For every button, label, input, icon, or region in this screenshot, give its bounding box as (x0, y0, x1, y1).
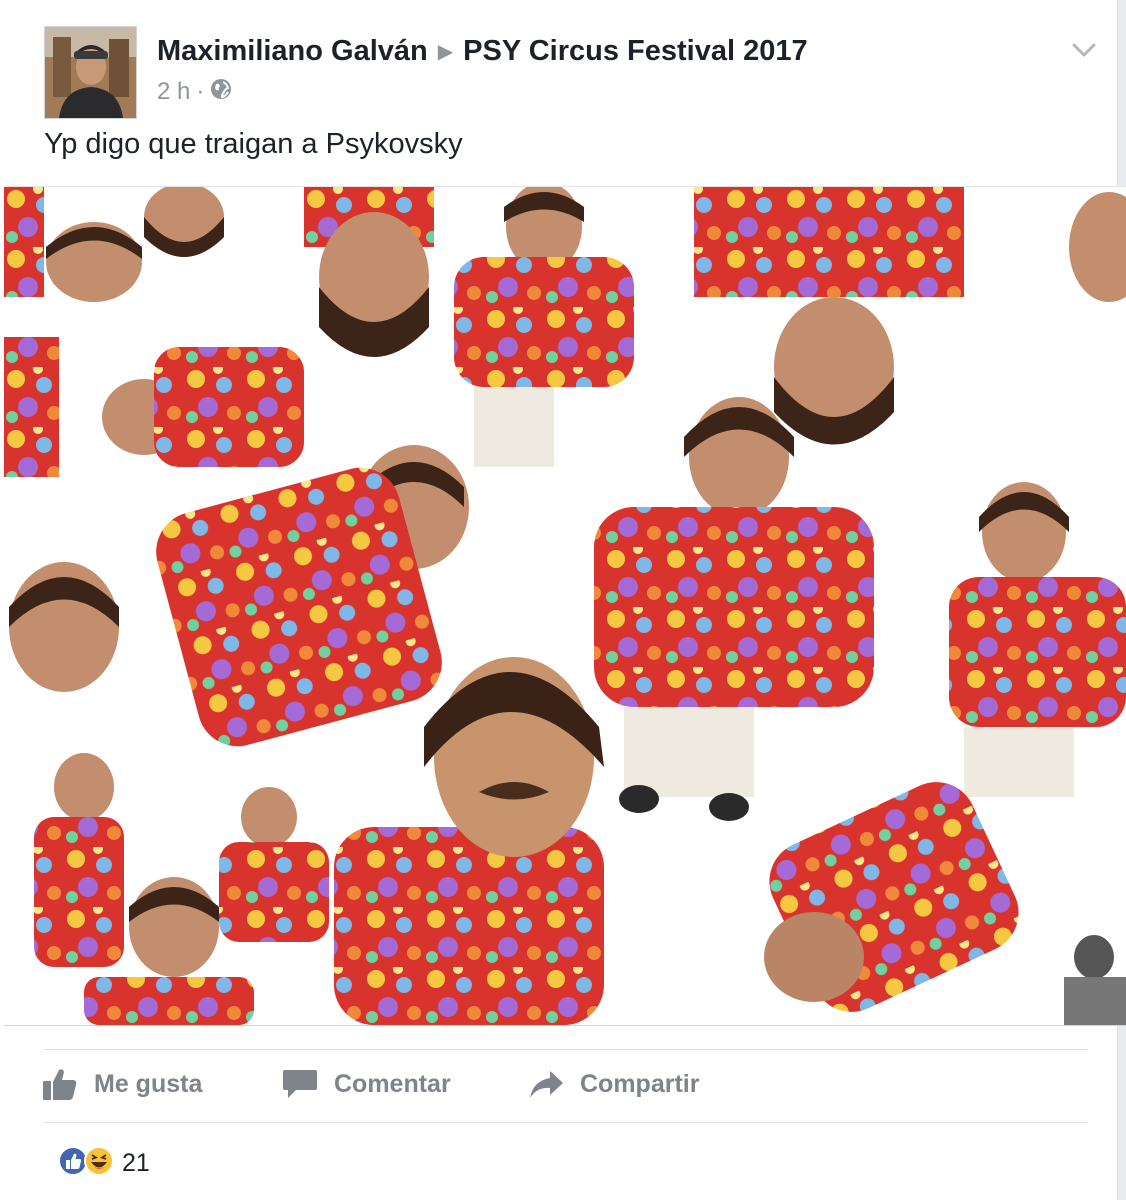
figure (144, 187, 224, 257)
like-button[interactable]: Me gusta (42, 1062, 202, 1106)
post-header: Maximiliano Galván ▶ PSY Circus Festival… (157, 30, 808, 72)
figure (9, 562, 119, 692)
comment-icon (282, 1067, 318, 1101)
post-text: Yp digo que traigan a Psykovsky (44, 128, 463, 160)
reactions-summary[interactable]: 21 (58, 1145, 150, 1181)
author-name[interactable]: Maximiliano Galván (157, 35, 428, 68)
thumbs-up-icon (42, 1067, 78, 1101)
post-card: Maximiliano Galván ▶ PSY Circus Festival… (0, 0, 1126, 1200)
comment-label: Comentar (334, 1069, 451, 1098)
divider (44, 1049, 1088, 1050)
group-name[interactable]: PSY Circus Festival 2017 (463, 35, 807, 68)
post-photo[interactable] (4, 186, 1126, 1026)
avatar[interactable] (44, 26, 137, 119)
divider (44, 1122, 1088, 1123)
haha-reaction-icon (84, 1145, 114, 1181)
figure (4, 337, 59, 477)
share-label: Compartir (580, 1069, 700, 1098)
triangle-right-icon: ▶ (437, 40, 454, 63)
reaction-count: 21 (122, 1148, 150, 1177)
post-timestamp[interactable]: 2 h (157, 78, 190, 106)
share-button[interactable]: Compartir (528, 1062, 699, 1106)
like-label: Me gusta (94, 1069, 203, 1098)
share-icon (528, 1067, 564, 1101)
meta-separator: · (196, 78, 205, 105)
chevron-down-icon[interactable] (1070, 38, 1098, 62)
figure (304, 187, 434, 357)
comment-button[interactable]: Comentar (282, 1062, 451, 1106)
post-meta: 2 h · (157, 76, 232, 108)
globe-icon[interactable] (210, 78, 232, 107)
